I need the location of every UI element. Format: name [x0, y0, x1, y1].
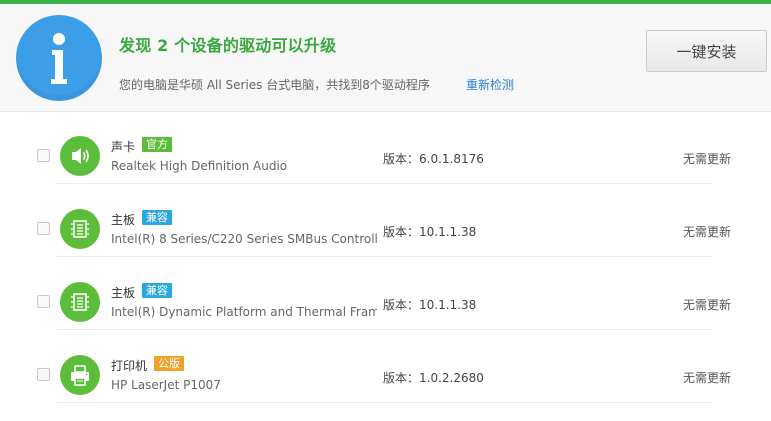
device-category: 主板 [111, 213, 136, 227]
update-status: 无需更新 [683, 152, 732, 166]
update-status: 无需更新 [683, 298, 732, 312]
driver-row: 声卡 官方 Realtek High Definition Audio 版本：6… [0, 111, 771, 184]
compatible-badge: 兼容 [142, 283, 172, 298]
driver-version: 版本：10.1.1.38 [383, 225, 477, 239]
public-badge: 公版 [154, 356, 184, 371]
one-click-install-button[interactable]: 一键安装 [646, 30, 767, 72]
driver-checkbox[interactable] [37, 222, 50, 235]
driver-checkbox[interactable] [37, 149, 50, 162]
motherboard-icon [60, 209, 100, 249]
device-name: Intel(R) 8 Series/C220 Series SMBus Cont… [111, 232, 377, 246]
device-name: HP LaserJet P1007 [111, 378, 221, 392]
speaker-icon [60, 136, 100, 176]
page-title: 发现 2 个设备的驱动可以升级 [119, 36, 337, 55]
device-category: 打印机 [111, 359, 148, 373]
driver-row: 主板 兼容 Intel(R) 8 Series/C220 Series SMBu… [0, 184, 771, 257]
recheck-link[interactable]: 重新检测 [466, 76, 514, 93]
info-icon [16, 15, 102, 101]
row-divider [57, 402, 713, 403]
driver-row: 打印机 公版 HP LaserJet P1007 版本：1.0.2.2680 无… [0, 330, 771, 403]
driver-checkbox[interactable] [37, 368, 50, 381]
compatible-badge: 兼容 [142, 210, 172, 225]
official-badge: 官方 [142, 137, 172, 152]
printer-icon [60, 355, 100, 395]
driver-checkbox[interactable] [37, 295, 50, 308]
motherboard-icon [60, 282, 100, 322]
computer-summary: 您的电脑是华硕 All Series 台式电脑，共找到8个驱动程序 [119, 78, 430, 92]
device-category: 声卡 [111, 140, 136, 154]
device-name: Intel(R) Dynamic Platform and Thermal Fr… [111, 305, 377, 319]
update-status: 无需更新 [683, 225, 732, 239]
driver-row: 主板 兼容 Intel(R) Dynamic Platform and Ther… [0, 257, 771, 330]
driver-version: 版本：1.0.2.2680 [383, 371, 484, 385]
device-name: Realtek High Definition Audio [111, 159, 288, 173]
device-category: 主板 [111, 286, 136, 300]
update-status: 无需更新 [683, 371, 732, 385]
driver-version: 版本：6.0.1.8176 [383, 152, 484, 166]
driver-version: 版本：10.1.1.38 [383, 298, 477, 312]
scan-result-header: 发现 2 个设备的驱动可以升级 您的电脑是华硕 All Series 台式电脑，… [0, 4, 771, 112]
